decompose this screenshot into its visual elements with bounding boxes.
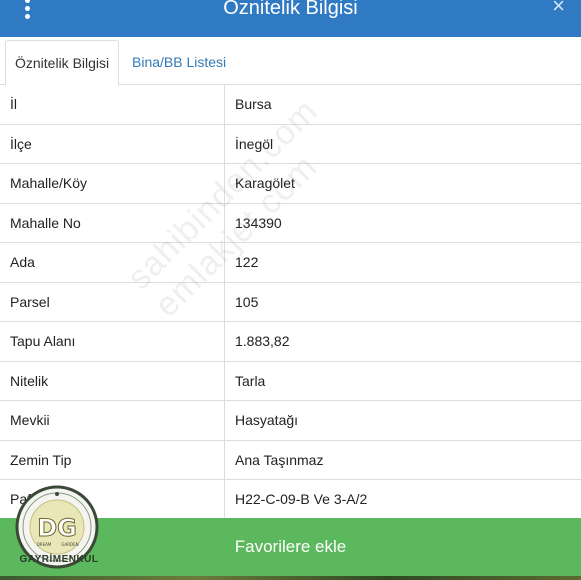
- dialog-header: Öznitelik Bilgisi ×: [0, 0, 581, 37]
- row-value: 1.883,82: [235, 333, 290, 349]
- table-row: Zemin Tip Ana Taşınmaz: [0, 440, 581, 480]
- row-label: Parsel: [0, 282, 225, 321]
- tab-bar: Öznitelik Bilgisi Bina/BB Listesi: [0, 37, 581, 86]
- logo-company-name: GAYRİMENKUL: [19, 554, 99, 565]
- table-row: Mahalle No 134390: [0, 203, 581, 243]
- close-icon[interactable]: ×: [552, 0, 565, 18]
- tab-building-list[interactable]: Bina/BB Listesi: [123, 40, 235, 86]
- attribute-table: İl Bursa İlçe İnegöl Mahalle/Köy Karagöl…: [0, 85, 581, 520]
- table-row: Nitelik Tarla: [0, 361, 581, 401]
- dialog-title: Öznitelik Bilgisi: [223, 0, 358, 19]
- row-label: Pafta: [0, 480, 225, 519]
- row-value: Ana Taşınmaz: [235, 451, 324, 468]
- row-label: Nitelik: [0, 361, 225, 400]
- table-row: Parsel 105: [0, 282, 581, 322]
- row-label: Mahalle/Köy: [0, 164, 225, 203]
- tab-attribute-info[interactable]: Öznitelik Bilgisi: [5, 40, 120, 86]
- row-label: İlçe: [0, 124, 225, 163]
- row-label: Mahalle No: [0, 203, 225, 242]
- row-value: 134390: [235, 214, 282, 231]
- row-value: Hasyatağı: [235, 412, 299, 428]
- row-value: İnegöl: [235, 135, 274, 152]
- row-value: 105: [235, 293, 259, 310]
- row-value: H22-C-09-B Ve 3-A/2: [235, 491, 368, 507]
- table-row: İlçe İnegöl: [0, 124, 581, 164]
- table-row: Mevkii Hasyatağı: [0, 401, 581, 441]
- background-strip: [0, 576, 581, 580]
- table-row: Pafta H22-C-09-B Ve 3-A/2: [0, 480, 581, 520]
- row-label: Tapu Alanı: [0, 322, 225, 361]
- table-row: Mahalle/Köy Karagölet: [0, 164, 581, 204]
- row-value: 122: [235, 254, 259, 270]
- row-value: Bursa: [235, 96, 272, 112]
- table-row: Ada 122: [0, 243, 581, 283]
- add-to-favorites-button[interactable]: Favorilere ekle: [0, 518, 581, 576]
- row-label: İl: [0, 85, 225, 124]
- table-row: İl Bursa: [0, 85, 581, 125]
- row-value: Tarla: [235, 372, 266, 389]
- row-label: Ada: [0, 243, 225, 282]
- table-row: Tapu Alanı 1.883,82: [0, 322, 581, 362]
- row-value: Karagölet: [235, 175, 295, 191]
- row-label: Zemin Tip: [0, 440, 225, 479]
- row-label: Mevkii: [0, 401, 225, 440]
